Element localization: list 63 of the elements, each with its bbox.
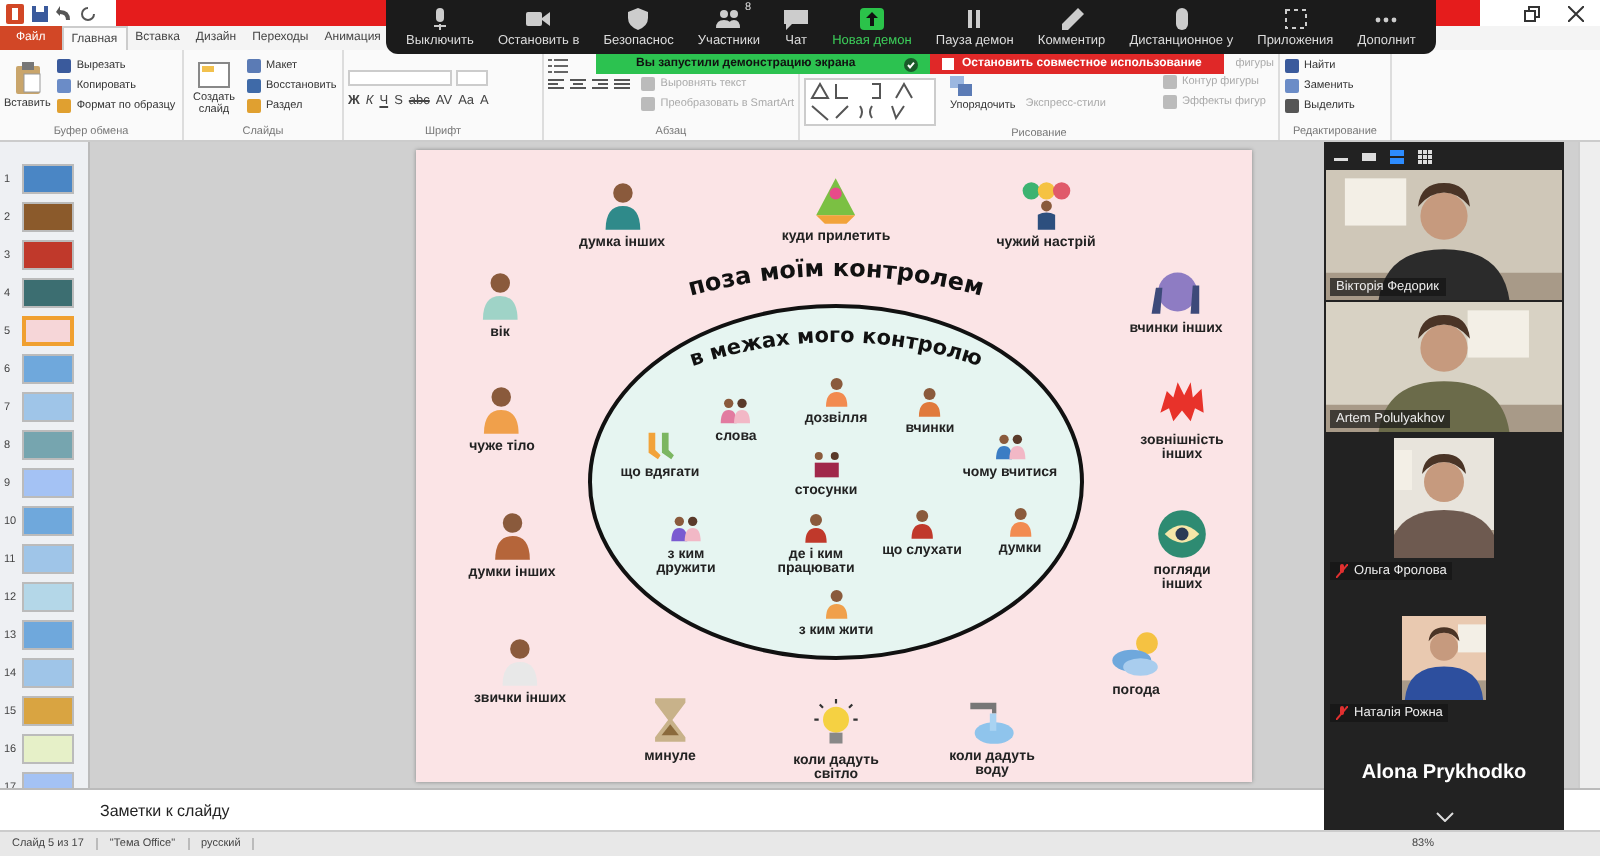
person-icon — [906, 507, 938, 539]
participants-icon — [716, 7, 741, 29]
align-text-icon[interactable] — [570, 78, 586, 92]
speaker-view-icon[interactable] — [1390, 149, 1404, 163]
save-icon[interactable] — [32, 5, 48, 21]
outer-heading: поза моїм контролем — [685, 252, 987, 301]
font-size-field[interactable] — [456, 70, 488, 86]
chevron-icon[interactable] — [1435, 812, 1453, 822]
lightbulb-icon — [810, 697, 862, 749]
clipboard-icon — [13, 62, 42, 94]
slide-thumbnail[interactable] — [22, 278, 74, 308]
align-text-icon[interactable] — [614, 78, 630, 92]
align-text-icon[interactable] — [548, 78, 564, 92]
eye-icon — [1156, 507, 1208, 559]
thumbnail-view-icon[interactable] — [1362, 151, 1376, 161]
slide-thumbnail[interactable] — [22, 506, 74, 536]
people-icon — [670, 511, 702, 543]
slide-thumbnail[interactable] — [22, 392, 74, 422]
slide-thumbnail[interactable] — [22, 658, 74, 688]
inner-heading: в межах мого контролю — [686, 322, 986, 371]
slide-thumbnail[interactable] — [22, 430, 74, 460]
slide-thumbnail[interactable] — [22, 734, 74, 764]
shapes-gallery-icon[interactable] — [804, 78, 936, 126]
align-text-icon[interactable] — [592, 78, 608, 92]
arrange-icon — [950, 76, 974, 96]
redo-icon[interactable] — [80, 5, 96, 21]
person-icon — [800, 511, 832, 543]
scrollbar[interactable] — [1578, 142, 1600, 788]
person-icon — [914, 385, 946, 417]
people-icon — [994, 429, 1026, 461]
share-screen-icon — [859, 7, 884, 29]
chat-icon — [784, 7, 809, 29]
font-name-field[interactable] — [348, 70, 452, 86]
shield-check-icon — [904, 57, 918, 71]
slide-thumbnail[interactable] — [22, 544, 74, 574]
slide-thumbnail[interactable] — [22, 620, 74, 650]
slide-thumbnail[interactable] — [22, 354, 74, 384]
close-icon[interactable] — [1568, 5, 1584, 21]
slide-thumbnail[interactable] — [22, 202, 74, 232]
stop-icon — [942, 58, 954, 70]
slide-thumbnail[interactable] — [22, 468, 74, 498]
slide-thumbnail[interactable] — [22, 696, 74, 726]
gallery-view-icon[interactable] — [1418, 149, 1432, 163]
emoji-faces-icon — [1020, 179, 1072, 231]
undo-icon[interactable] — [56, 5, 72, 21]
table-icon — [810, 447, 842, 479]
cloud-sun-icon — [1110, 627, 1162, 679]
new-slide-icon — [198, 62, 230, 88]
active-speaker-name: Alona Prykhodko — [1361, 762, 1527, 784]
person-icon — [820, 375, 852, 407]
person-icon — [820, 587, 852, 619]
restore-icon[interactable] — [1524, 5, 1540, 21]
people-icon — [720, 393, 752, 425]
person-icon — [1004, 505, 1036, 537]
slide-thumbnail[interactable] — [22, 164, 74, 194]
shield-icon — [626, 7, 651, 29]
slide-thumbnail[interactable] — [22, 582, 74, 612]
socks-icon — [644, 429, 676, 461]
slide-thumbnail[interactable] — [22, 240, 74, 270]
video-camera-icon — [526, 7, 551, 29]
apps-icon — [1283, 7, 1308, 29]
slide-thumbnail[interactable] — [22, 316, 74, 346]
bullet-list-icon[interactable] — [548, 58, 568, 74]
